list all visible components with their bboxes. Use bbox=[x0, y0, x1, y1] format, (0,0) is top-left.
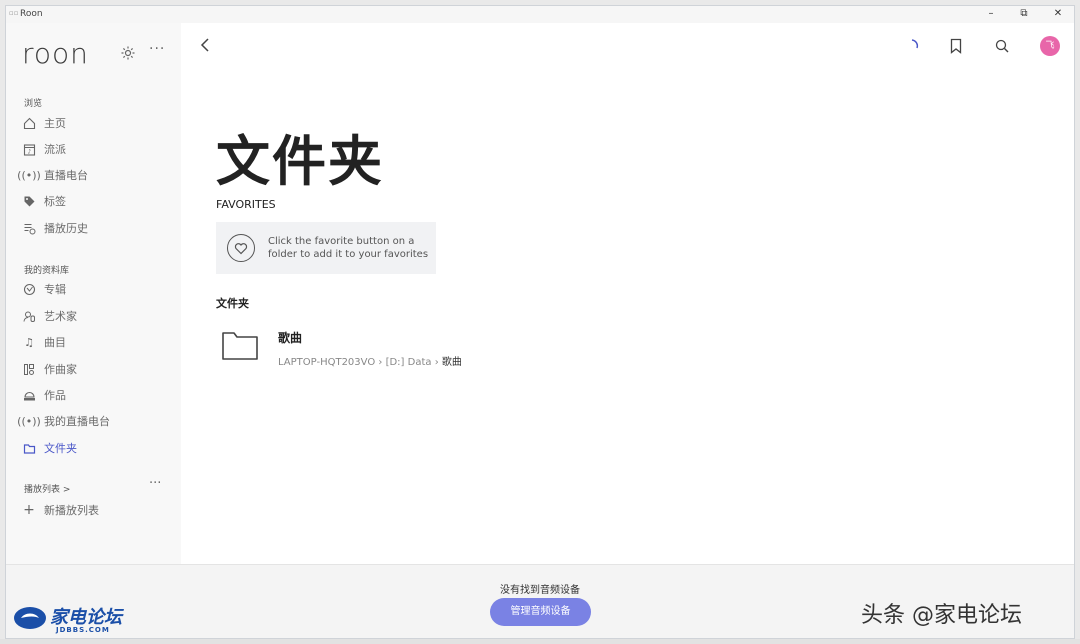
sidebar-item-folders[interactable]: 文件夹 bbox=[22, 438, 172, 458]
path-part: LAPTOP-HQT203VO bbox=[278, 357, 376, 368]
composer-icon bbox=[22, 362, 36, 376]
sidebar: roon ··· 浏览 主页 ♪ 流派 ((•)) 直播电台 标签 播放历史 我… bbox=[6, 23, 181, 564]
no-audio-device-text: 没有找到音频设备 bbox=[500, 585, 580, 596]
window-title: Roon bbox=[20, 9, 43, 19]
sidebar-item-live-radio[interactable]: ((•)) 直播电台 bbox=[17, 165, 172, 185]
sidebar-item-label: 播放历史 bbox=[44, 222, 88, 235]
favorites-heading: FAVORITES bbox=[216, 198, 276, 211]
close-button[interactable]: ✕ bbox=[1043, 6, 1073, 23]
home-icon bbox=[22, 116, 36, 130]
folder-path: LAPTOP-HQT203VO › [D:] Data › 歌曲 bbox=[278, 353, 462, 368]
favorites-hint-card: Click the favorite button on a folder to… bbox=[216, 222, 436, 274]
sidebar-item-tags[interactable]: 标签 bbox=[22, 191, 172, 211]
folder-item[interactable]: 歌曲 LAPTOP-HQT203VO › [D:] Data › 歌曲 bbox=[221, 323, 521, 373]
sidebar-item-label: 我的直播电台 bbox=[44, 415, 110, 428]
chevron-right-icon: › bbox=[378, 357, 386, 368]
restore-button[interactable]: ⧉ bbox=[1009, 6, 1039, 23]
favorites-hint-text: Click the favorite button on a folder to… bbox=[268, 236, 429, 260]
minimize-button[interactable]: – bbox=[976, 6, 1006, 23]
playlists-heading[interactable]: 播放列表 > bbox=[24, 482, 70, 495]
sidebar-item-tracks[interactable]: ♫ 曲目 bbox=[22, 332, 172, 352]
sidebar-item-label: 曲目 bbox=[44, 336, 66, 349]
path-part: 歌曲 bbox=[441, 357, 462, 368]
app-window: ▫▫ Roon – ⧉ ✕ roon ··· 浏览 主页 ♪ 流派 ((•)) … bbox=[5, 5, 1075, 639]
tag-icon bbox=[22, 194, 36, 208]
footer-bar: 没有找到音频设备 管理音频设备 家电论坛 JDBBS.COM 头条 @家电论坛 bbox=[6, 564, 1074, 638]
sidebar-item-compositions[interactable]: 作品 bbox=[22, 385, 172, 405]
sidebar-item-label: 艺术家 bbox=[44, 310, 77, 323]
browse-heading: 浏览 bbox=[24, 99, 43, 109]
path-part: [D:] Data bbox=[385, 357, 432, 368]
history-icon bbox=[22, 221, 36, 235]
bookmark-icon[interactable] bbox=[947, 37, 965, 55]
main-content: 飞 文件夹 FAVORITES Click the favorite butto… bbox=[181, 23, 1074, 564]
watermark-swirl-icon bbox=[14, 607, 46, 629]
sidebar-item-artists[interactable]: 艺术家 bbox=[22, 306, 172, 326]
composition-icon bbox=[22, 388, 36, 402]
taskbar-strip bbox=[0, 639, 1080, 644]
playlists-more-button[interactable]: ··· bbox=[149, 476, 161, 491]
track-icon: ♫ bbox=[24, 335, 34, 349]
sidebar-item-label: 标签 bbox=[44, 195, 66, 208]
sidebar-item-label: 作曲家 bbox=[44, 363, 77, 376]
folder-name[interactable]: 歌曲 bbox=[278, 329, 302, 346]
my-radio-icon: ((•)) bbox=[17, 414, 41, 428]
artist-icon bbox=[22, 309, 36, 323]
sidebar-item-label: 主页 bbox=[44, 117, 66, 130]
sidebar-item-label: 直播电台 bbox=[44, 169, 88, 182]
sidebar-item-history[interactable]: 播放历史 bbox=[22, 218, 172, 238]
heart-icon bbox=[227, 234, 255, 262]
sidebar-item-composers[interactable]: 作曲家 bbox=[22, 359, 172, 379]
sidebar-item-albums[interactable]: 专辑 bbox=[22, 279, 172, 299]
title-bar: ▫▫ Roon – ⧉ ✕ bbox=[6, 6, 1074, 23]
genre-icon: ♪ bbox=[22, 142, 36, 156]
avatar[interactable]: 飞 bbox=[1040, 36, 1060, 56]
sidebar-item-label: 作品 bbox=[44, 389, 66, 402]
gear-icon[interactable] bbox=[120, 45, 136, 61]
app-icon: ▫▫ bbox=[9, 9, 19, 17]
sidebar-item-label: 流派 bbox=[44, 143, 66, 156]
folder-icon bbox=[22, 441, 36, 455]
album-icon bbox=[22, 282, 36, 296]
folders-heading: 文件夹 bbox=[216, 297, 249, 310]
more-options-button[interactable]: ··· bbox=[149, 41, 165, 57]
sidebar-item-my-live-radio[interactable]: ((•)) 我的直播电台 bbox=[17, 411, 172, 431]
sidebar-item-genres[interactable]: ♪ 流派 bbox=[22, 139, 172, 159]
sidebar-item-home[interactable]: 主页 bbox=[22, 113, 172, 133]
plus-icon: + bbox=[23, 502, 35, 518]
watermark-text: 头条 @家电论坛 bbox=[861, 603, 1022, 628]
svg-text:♪: ♪ bbox=[27, 148, 31, 155]
library-heading: 我的资料库 bbox=[24, 266, 70, 276]
page-title: 文件夹 bbox=[216, 130, 384, 193]
sidebar-item-label: 专辑 bbox=[44, 283, 66, 296]
loading-spinner-icon bbox=[911, 39, 919, 49]
new-playlist-button[interactable]: + 新播放列表 bbox=[22, 500, 172, 520]
chevron-right-icon: › bbox=[434, 357, 442, 368]
roon-logo[interactable]: roon bbox=[22, 37, 89, 70]
sidebar-item-label: 文件夹 bbox=[44, 442, 77, 455]
watermark-logo: 家电论坛 JDBBS.COM bbox=[12, 603, 142, 637]
search-icon[interactable] bbox=[993, 37, 1011, 55]
new-playlist-label: 新播放列表 bbox=[44, 504, 99, 517]
radio-icon: ((•)) bbox=[17, 168, 41, 182]
folder-icon bbox=[222, 332, 258, 360]
back-arrow-icon[interactable] bbox=[199, 37, 211, 53]
manage-audio-devices-button[interactable]: 管理音频设备 bbox=[490, 598, 591, 626]
watermark-en: JDBBS.COM bbox=[56, 626, 110, 634]
